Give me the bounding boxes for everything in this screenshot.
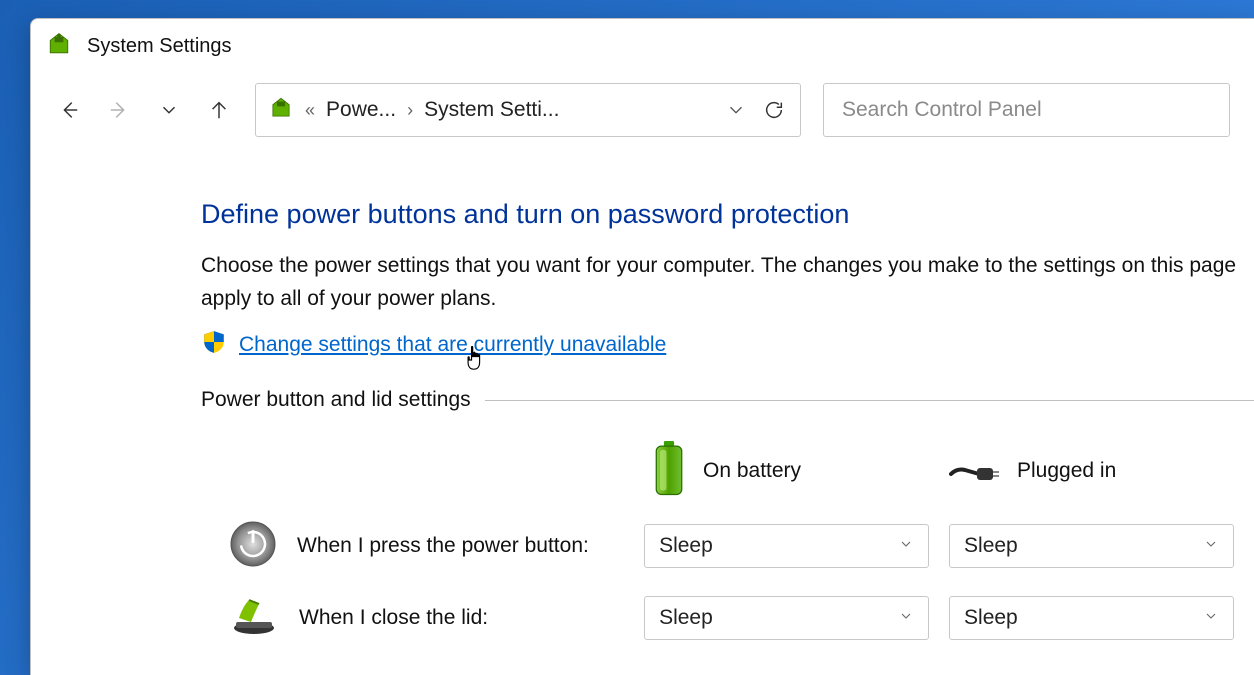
admin-link-row: Change settings that are currently unava… xyxy=(201,329,1254,360)
power-button-label: When I press the power button: xyxy=(297,534,589,558)
dropdown-value: Sleep xyxy=(659,534,713,558)
page-title: Define power buttons and turn on passwor… xyxy=(201,199,1254,230)
power-button-icon xyxy=(229,520,277,573)
dropdown-value: Sleep xyxy=(964,606,1018,630)
settings-grid: On battery Plugged in xyxy=(229,432,1254,654)
refresh-button[interactable] xyxy=(760,96,788,124)
chevron-down-icon xyxy=(898,534,914,558)
power-button-battery-dropdown[interactable]: Sleep xyxy=(644,524,929,568)
plug-icon xyxy=(949,451,1003,492)
search-input[interactable] xyxy=(842,98,1211,122)
change-unavailable-settings-link[interactable]: Change settings that are currently unava… xyxy=(239,333,666,357)
titlebar: System Settings xyxy=(31,19,1254,73)
close-lid-plugged-dropdown[interactable]: Sleep xyxy=(949,596,1234,640)
toolbar: « Powe... › System Setti... xyxy=(31,73,1254,151)
section-divider xyxy=(485,400,1254,401)
power-button-plugged-dropdown[interactable]: Sleep xyxy=(949,524,1234,568)
address-icon xyxy=(268,95,294,126)
section-label: Power button and lid settings xyxy=(201,388,471,412)
breadcrumb-item-power[interactable]: Powe... xyxy=(326,98,396,122)
recent-dropdown[interactable] xyxy=(155,96,183,124)
back-button[interactable] xyxy=(55,96,83,124)
column-headers: On battery Plugged in xyxy=(229,432,1254,510)
page-description: Choose the power settings that you want … xyxy=(201,250,1254,315)
dropdown-value: Sleep xyxy=(964,534,1018,558)
close-lid-icon xyxy=(229,596,279,641)
address-bar[interactable]: « Powe... › System Setti... xyxy=(255,83,801,137)
close-lid-battery-dropdown[interactable]: Sleep xyxy=(644,596,929,640)
battery-icon xyxy=(649,441,689,502)
address-dropdown-icon[interactable] xyxy=(722,96,750,124)
setting-row-power-button: When I press the power button: Sleep Sle… xyxy=(229,510,1254,582)
search-box[interactable] xyxy=(823,83,1230,137)
dropdown-value: Sleep xyxy=(659,606,713,630)
chevron-down-icon xyxy=(898,606,914,630)
shield-icon xyxy=(201,329,227,360)
column-header-plugged: Plugged in xyxy=(949,451,1249,492)
chevron-down-icon xyxy=(1203,534,1219,558)
app-icon xyxy=(45,30,73,63)
setting-row-close-lid: When I close the lid: Sleep Sleep xyxy=(229,582,1254,654)
column-header-battery-label: On battery xyxy=(703,459,801,483)
chevron-down-icon xyxy=(1203,606,1219,630)
up-button[interactable] xyxy=(205,96,233,124)
section-header: Power button and lid settings xyxy=(201,388,1254,412)
close-lid-label: When I close the lid: xyxy=(299,606,488,630)
breadcrumb-sep-icon: › xyxy=(406,100,414,121)
breadcrumb-sep-prev: « xyxy=(304,100,316,121)
forward-button[interactable] xyxy=(105,96,133,124)
window-title: System Settings xyxy=(87,35,232,58)
column-header-battery: On battery xyxy=(649,441,949,502)
column-header-plugged-label: Plugged in xyxy=(1017,459,1116,483)
content-area: Define power buttons and turn on passwor… xyxy=(31,151,1254,654)
breadcrumb-item-system-settings[interactable]: System Setti... xyxy=(424,98,559,122)
window-frame: System Settings « Powe... › System Setti… xyxy=(30,18,1254,675)
